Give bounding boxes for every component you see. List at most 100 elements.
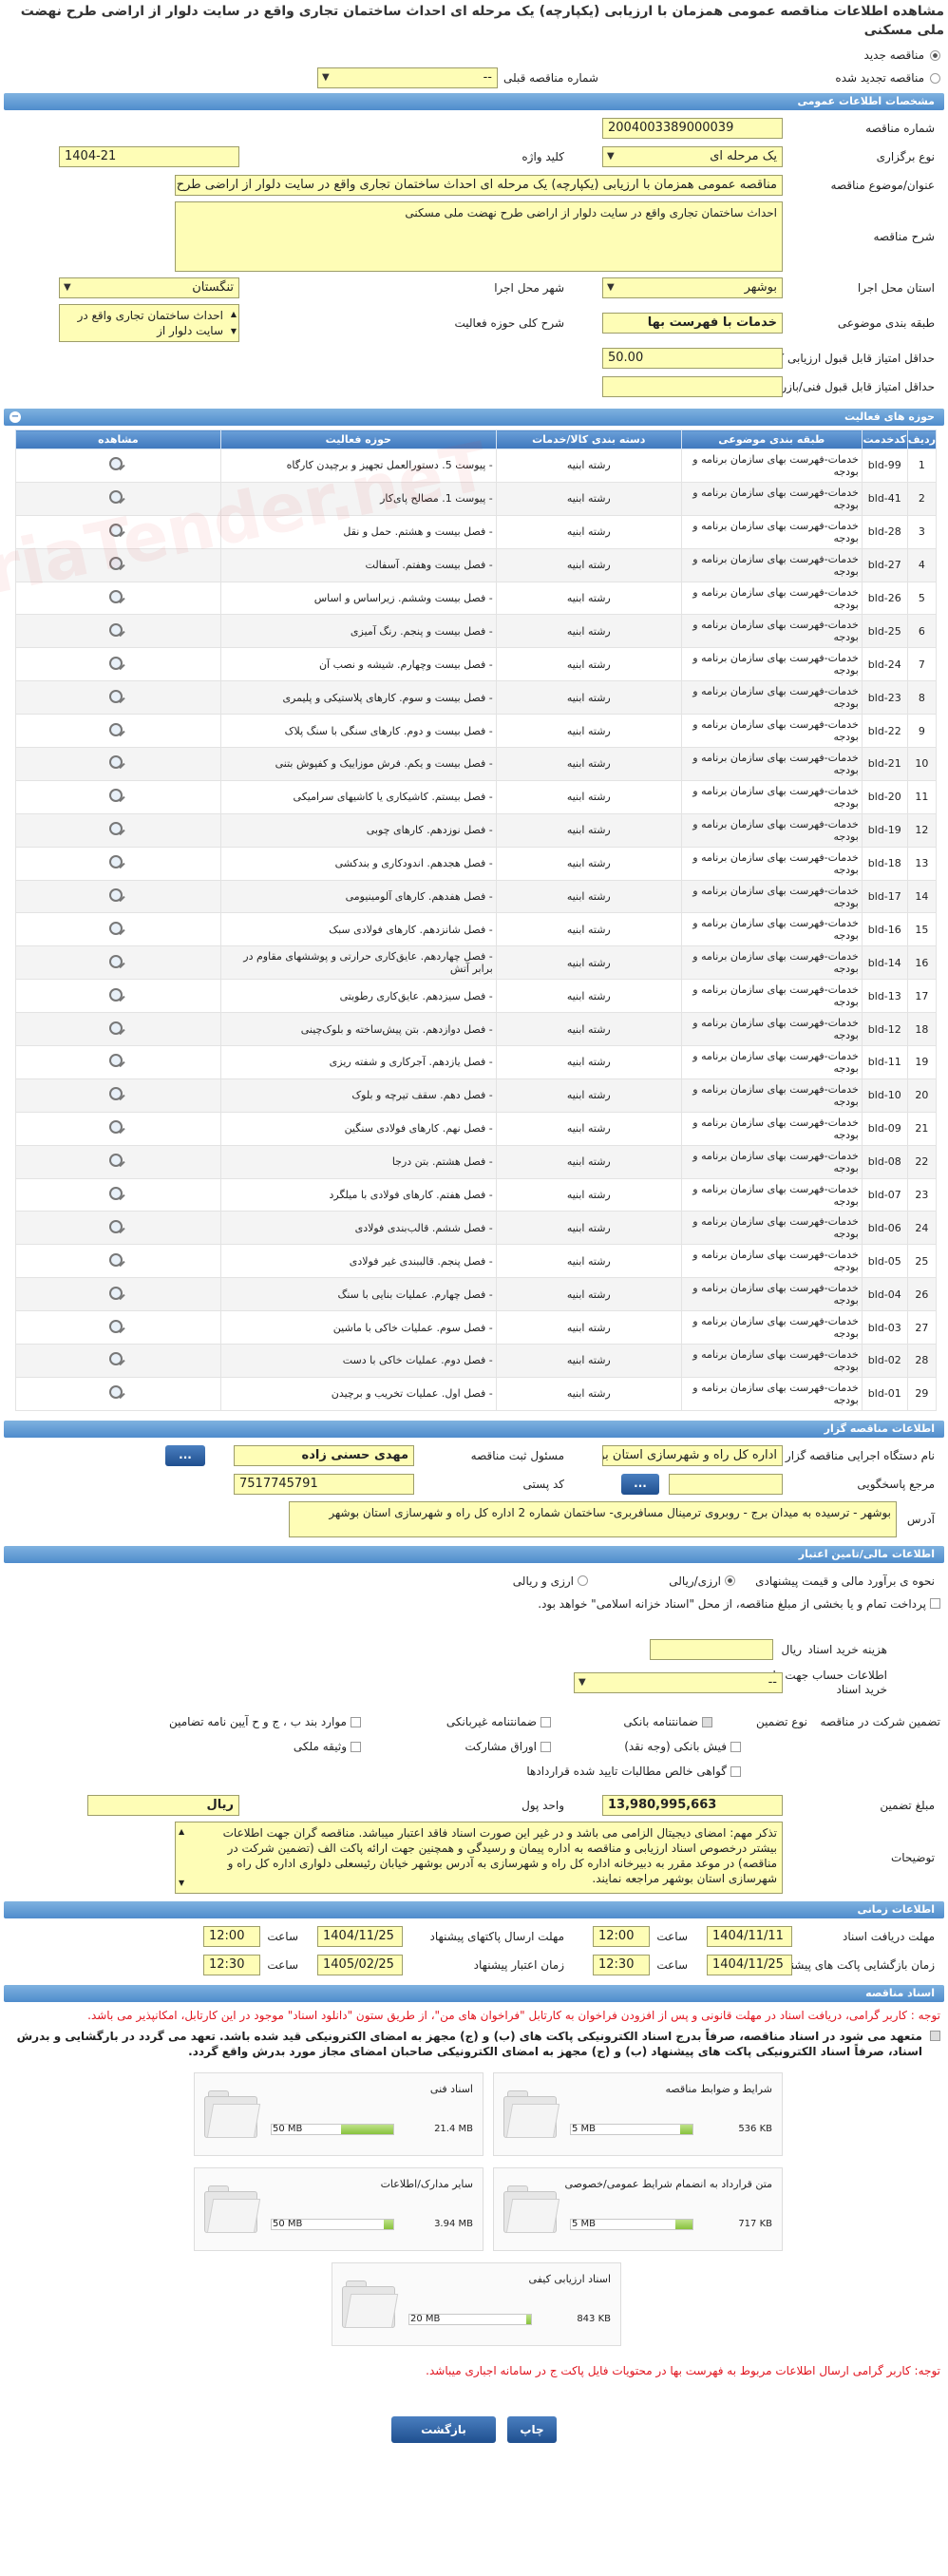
row-category: خدمات-فهرست بهای سازمان برنامه و بودجه bbox=[680, 1177, 863, 1212]
open-time: 12:30 bbox=[593, 1954, 650, 1975]
row-view-cell bbox=[15, 879, 221, 914]
view-icon[interactable] bbox=[107, 920, 128, 937]
scroll-down-icon[interactable]: ▼ bbox=[179, 1876, 184, 1891]
send-date: 1404/11/25 bbox=[317, 1925, 403, 1947]
g4-option[interactable]: فیش بانکی (وجه نقد) bbox=[570, 1740, 741, 1753]
row-code: bld-12 bbox=[861, 1012, 908, 1047]
g7-option[interactable]: گواهی خالص مطالبات تایید شده قراردادها bbox=[526, 1765, 741, 1778]
row-number: 14 bbox=[906, 879, 938, 914]
row-group: رشته ابنیه bbox=[495, 1045, 682, 1079]
new-tender-option[interactable]: مناقصه جدید bbox=[4, 44, 944, 67]
view-icon[interactable] bbox=[107, 853, 128, 870]
province-select[interactable]: بوشهر ▼ bbox=[602, 277, 783, 298]
row-category: خدمات-فهرست بهای سازمان برنامه و بودجه bbox=[680, 1277, 863, 1312]
radio-new[interactable] bbox=[930, 49, 940, 61]
addr-label: آدرس bbox=[906, 1512, 935, 1526]
view-icon[interactable] bbox=[107, 655, 128, 672]
holding-type-select[interactable]: یک مرحله ای ▼ bbox=[602, 146, 783, 167]
g4-checkbox[interactable] bbox=[730, 1741, 741, 1752]
g6-checkbox[interactable] bbox=[351, 1741, 361, 1752]
g1-checkbox[interactable] bbox=[702, 1716, 712, 1727]
view-icon[interactable] bbox=[107, 986, 128, 1003]
view-icon[interactable] bbox=[107, 621, 128, 639]
receive-time: 12:00 bbox=[593, 1925, 650, 1947]
keyword-field: 1404-21 bbox=[59, 146, 239, 167]
row-code: bld-11 bbox=[861, 1045, 908, 1079]
g3-option[interactable]: موارد بند ب ، ج و ح آیین نامه تضامین bbox=[169, 1715, 380, 1728]
row-group: رشته ابنیه bbox=[495, 846, 682, 881]
view-icon[interactable] bbox=[107, 1185, 128, 1202]
finance-desc-field[interactable]: تذکر مهم: امضای دیجیتال الزامی می باشد و… bbox=[175, 1821, 783, 1894]
row-group: رشته ابنیه bbox=[495, 812, 682, 848]
doc-card-title: سایر مدارک/اطلاعات bbox=[380, 2177, 473, 2190]
scroll-down-icon[interactable]: ▼ bbox=[231, 324, 237, 339]
view-icon[interactable] bbox=[107, 1052, 128, 1069]
city-select[interactable]: تنگستان ▼ bbox=[59, 277, 239, 298]
org-field: اداره کل راه و شهرسازی استان بوشهر bbox=[602, 1444, 783, 1466]
resp-more-button[interactable]: ... bbox=[165, 1444, 205, 1466]
radio-renewed[interactable] bbox=[930, 72, 940, 84]
print-button[interactable]: چاپ bbox=[507, 2415, 557, 2443]
docs-note-checkbox[interactable] bbox=[930, 2030, 940, 2041]
view-icon[interactable] bbox=[107, 820, 128, 837]
ref-more-button[interactable]: ... bbox=[621, 1473, 659, 1495]
table-row: 27 bld-03 خدمات-فهرست بهای سازمان برنامه و… bbox=[15, 1310, 938, 1345]
desc-textarea[interactable]: احداث ساختمان تجاری واقع در سایت دلوار ا… bbox=[175, 201, 783, 272]
view-icon[interactable] bbox=[107, 1383, 128, 1401]
view-icon[interactable] bbox=[107, 1218, 128, 1235]
row-code: bld-04 bbox=[861, 1277, 908, 1312]
view-icon[interactable] bbox=[107, 1350, 128, 1367]
view-icon[interactable] bbox=[107, 754, 128, 771]
row-code: bld-20 bbox=[861, 779, 908, 814]
pay-checkbox[interactable] bbox=[930, 1597, 940, 1609]
doc-card-technical[interactable]: اسناد فنی 50 MB 21.4 MB bbox=[194, 2071, 483, 2156]
estimate-radio-2[interactable] bbox=[578, 1575, 588, 1587]
view-icon[interactable] bbox=[107, 688, 128, 705]
table-row: 23 bld-07 خدمات-فهرست بهای سازمان برنامه و… bbox=[15, 1177, 938, 1212]
renewed-tender-option[interactable]: مناقصه تجدید شده bbox=[835, 71, 940, 85]
g5-option[interactable]: اوراق مشارکت bbox=[380, 1740, 570, 1753]
doc-card-quality[interactable]: اسناد ارزیابی کیفی 20 MB 843 KB bbox=[332, 2261, 621, 2346]
row-field: - فصل شانزدهم. کارهای فولادی سبک bbox=[219, 912, 497, 947]
row-group: رشته ابنیه bbox=[495, 514, 682, 549]
view-icon[interactable] bbox=[107, 787, 128, 804]
view-icon[interactable] bbox=[107, 1285, 128, 1302]
view-icon[interactable] bbox=[107, 953, 128, 970]
min-tech-field bbox=[602, 376, 783, 397]
view-icon[interactable] bbox=[107, 1152, 128, 1169]
g3-checkbox[interactable] bbox=[351, 1716, 361, 1727]
scroll-up-icon[interactable]: ▲ bbox=[179, 1824, 184, 1840]
estimate-radio-1[interactable] bbox=[725, 1575, 735, 1587]
g5-checkbox[interactable] bbox=[540, 1741, 551, 1752]
account-select[interactable]: -- ▼ bbox=[574, 1671, 783, 1693]
view-icon[interactable] bbox=[107, 1020, 128, 1037]
view-icon[interactable] bbox=[107, 1318, 128, 1335]
g2-checkbox[interactable] bbox=[540, 1716, 551, 1727]
g6-option[interactable]: وثیقه ملکی bbox=[294, 1740, 380, 1753]
open-date: 1404/11/25 bbox=[707, 1954, 792, 1975]
prev-tender-select[interactable]: -- ▼ bbox=[317, 67, 498, 88]
min-quality-field: 50.00 bbox=[602, 348, 783, 369]
table-row: 26 bld-04 خدمات-فهرست بهای سازمان برنامه و… bbox=[15, 1277, 938, 1312]
back-button[interactable]: بازگشت bbox=[391, 2415, 496, 2443]
collapse-icon[interactable]: − bbox=[9, 411, 21, 423]
doc-card-contract[interactable]: متن قرارداد به انضمام شرایط عمومی/خصوصی … bbox=[493, 2166, 783, 2251]
view-icon[interactable] bbox=[107, 1085, 128, 1102]
table-row: 12 bld-19 خدمات-فهرست بهای سازمان برنامه و… bbox=[15, 812, 938, 848]
scroll-up-icon[interactable]: ▲ bbox=[231, 307, 237, 322]
view-icon[interactable] bbox=[107, 887, 128, 904]
view-icon[interactable] bbox=[107, 1251, 128, 1269]
g1-option[interactable]: ضمانتنامه بانکی bbox=[570, 1715, 741, 1728]
view-icon[interactable] bbox=[107, 1118, 128, 1135]
doc-card-other[interactable]: سایر مدارک/اطلاعات 50 MB 3.94 MB bbox=[194, 2166, 483, 2251]
view-icon[interactable] bbox=[107, 721, 128, 738]
view-icon[interactable] bbox=[107, 588, 128, 605]
row-category: خدمات-فهرست بهای سازمان برنامه و بودجه bbox=[680, 581, 863, 616]
doc-card-used: 843 KB bbox=[577, 2313, 611, 2324]
view-icon[interactable] bbox=[107, 455, 128, 472]
scope-field[interactable]: احداث ساختمان تجاری واقع در سایت دلوار ا… bbox=[59, 304, 239, 342]
doc-card-terms[interactable]: شرایط و ضوابط مناقصه 5 MB 536 KB bbox=[493, 2071, 783, 2156]
row-group: رشته ابنیه bbox=[495, 547, 682, 582]
g7-checkbox[interactable] bbox=[730, 1765, 741, 1777]
g2-option[interactable]: ضمانتنامه غیربانکی bbox=[380, 1715, 570, 1728]
